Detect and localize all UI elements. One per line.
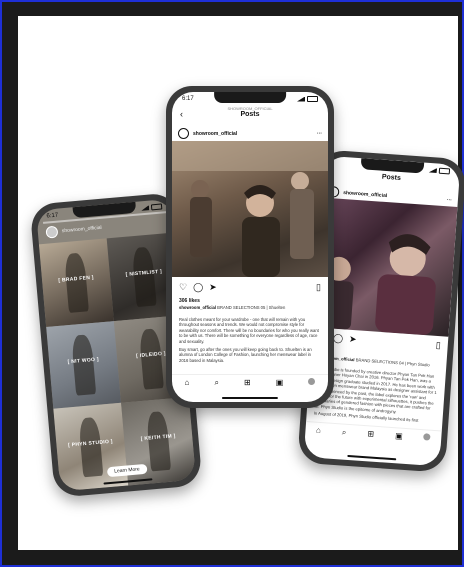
signal-icon	[429, 167, 437, 173]
search-icon[interactable]: ⌕	[342, 428, 347, 438]
battery-icon	[438, 167, 451, 175]
phone-post-center: 6:17 ‹ SHOWROOM_OFFICIAL Posts showroom_…	[166, 86, 334, 408]
brand-tile[interactable]: [ NIT WOO ]	[46, 320, 122, 410]
status-time: 6:17	[182, 96, 194, 102]
add-icon[interactable]: ⊞	[367, 429, 374, 439]
caption-body: Real clothes meant for your wardrobe - o…	[179, 317, 321, 365]
post-photo[interactable]	[172, 141, 328, 277]
heart-icon[interactable]: ♡	[179, 282, 187, 293]
shop-icon[interactable]: ▣	[395, 431, 403, 442]
signal-icon	[297, 96, 305, 102]
shop-icon[interactable]: ▣	[276, 378, 284, 388]
status-time: 6:17	[46, 212, 59, 220]
bottom-nav: ⌂ ⌕ ⊞ ▣	[305, 420, 442, 445]
bottom-nav: ⌂ ⌕ ⊞ ▣	[172, 374, 328, 388]
send-icon[interactable]: ➤	[209, 282, 217, 293]
caption-username[interactable]: showroom_official	[179, 305, 216, 310]
story-username: showroom_official	[61, 224, 102, 235]
post-screen: 6:17 ‹ SHOWROOM_OFFICIAL Posts showroom_…	[172, 92, 328, 402]
caption-paragraph: Real clothes meant for your wardrobe - o…	[179, 317, 319, 344]
add-icon[interactable]: ⊞	[244, 378, 251, 388]
story-user[interactable]: showroom_official	[45, 222, 102, 239]
mockup-canvas: 6:17 showroom_official [ BRAD FEN ] [ NI…	[18, 16, 464, 550]
post-photo-art	[172, 141, 328, 277]
post-username: showroom_official	[193, 130, 238, 137]
post-photo[interactable]	[312, 197, 458, 337]
battery-icon	[307, 96, 318, 102]
home-icon[interactable]: ⌂	[316, 426, 321, 436]
home-indicator	[221, 397, 279, 399]
bookmark-icon[interactable]: ▯	[435, 340, 441, 351]
post-caption: showroom_official BRAND SELECTIONS 05 | …	[179, 305, 321, 310]
profile-avatar[interactable]	[423, 433, 431, 441]
post-user[interactable]: showroom_official ···	[178, 128, 322, 139]
home-indicator	[347, 454, 397, 461]
comment-icon[interactable]: ◯	[193, 282, 203, 293]
phone-notch	[214, 92, 286, 103]
search-icon[interactable]: ⌕	[214, 378, 218, 388]
battery-icon	[150, 203, 163, 211]
posts-header: SHOWROOM_OFFICIAL Posts	[172, 106, 328, 118]
caption-title: BRAND SELECTIONS 05 | Shuelten	[217, 305, 286, 310]
page-title: Posts	[240, 111, 260, 118]
home-icon[interactable]: ⌂	[185, 378, 190, 388]
brand-tile[interactable]: [ BRAD FEN ]	[38, 238, 114, 327]
likes-count: 306 likes	[179, 298, 200, 304]
signal-icon	[141, 205, 149, 211]
more-icon[interactable]: ···	[317, 131, 322, 137]
avatar[interactable]	[45, 225, 59, 239]
send-icon[interactable]: ➤	[349, 334, 357, 345]
post-photo-art	[321, 234, 436, 335]
profile-avatar[interactable]	[308, 378, 316, 385]
bookmark-icon[interactable]: ▯	[316, 282, 321, 293]
comment-icon[interactable]: ◯	[333, 333, 344, 345]
caption-paragraph: Buy smart, go after the ones you will ke…	[179, 347, 312, 363]
avatar[interactable]	[178, 128, 189, 139]
brand-tile[interactable]: [ PHYN STUDIO ]	[53, 403, 129, 492]
post-actions: ♡ ◯ ➤ ▯	[179, 282, 321, 293]
more-icon[interactable]: ···	[447, 197, 452, 203]
post-username: showroom_official	[342, 189, 388, 199]
phone-notch	[360, 158, 424, 174]
caption-title: BRAND SELECTIONS 04 | Phyn Studio	[355, 357, 430, 368]
